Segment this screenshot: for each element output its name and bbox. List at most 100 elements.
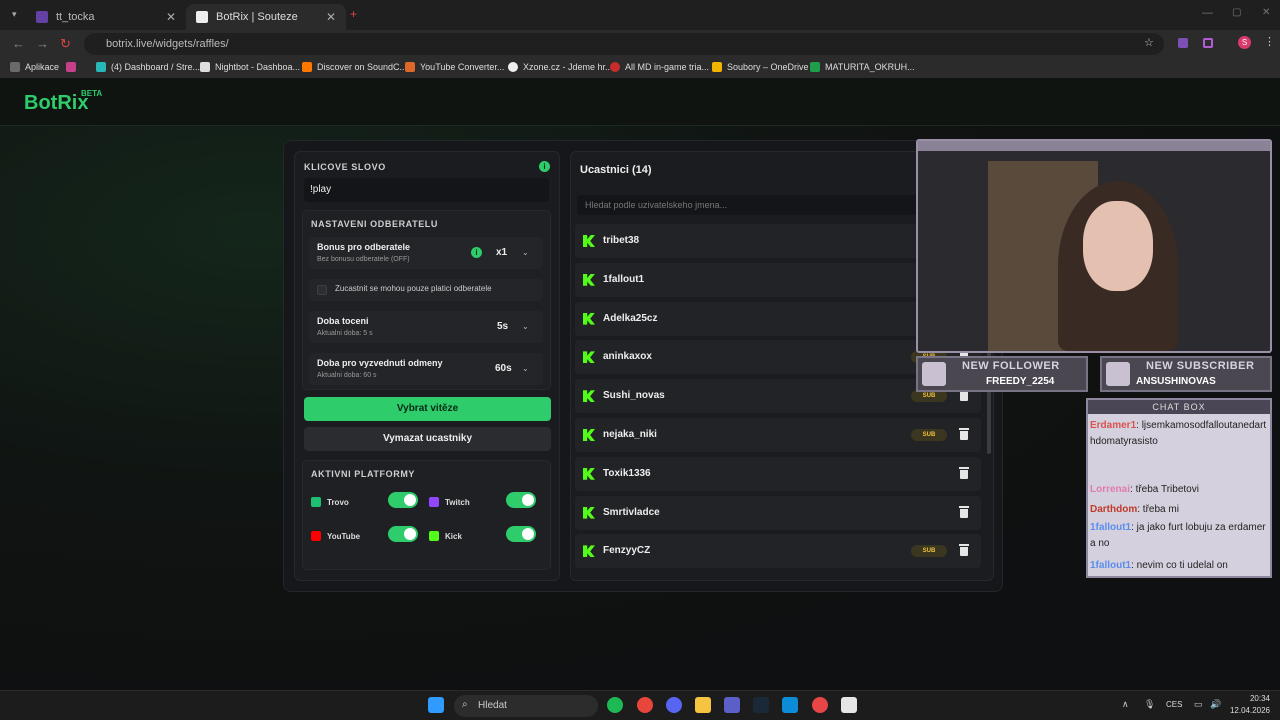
url-field[interactable]: botrix.live/widgets/raffles/ xyxy=(84,33,1164,55)
volume-icon[interactable]: 🔊 xyxy=(1210,699,1221,710)
file-explorer-icon[interactable] xyxy=(695,697,711,713)
subs-only-checkbox[interactable] xyxy=(317,285,327,295)
twitch-toggle[interactable] xyxy=(506,492,536,508)
chevron-down-icon[interactable]: ⌄ xyxy=(522,322,529,331)
botrix-favicon-icon xyxy=(196,11,208,23)
bookmark-md[interactable]: All MD in-game tria... xyxy=(610,62,709,72)
spin-title: Doba toceni xyxy=(317,316,369,326)
subs-only-row[interactable]: Zucastnit se mohou pouze platici odberat… xyxy=(309,279,543,301)
trash-icon[interactable] xyxy=(959,505,969,518)
spin-row: Doba toceni Aktualni doba: 5 s 5s ⌄ xyxy=(309,311,543,343)
twitch-icon xyxy=(429,497,439,507)
window-close-icon[interactable]: ✕ xyxy=(1262,7,1270,18)
bonus-select[interactable]: x1 xyxy=(496,247,507,258)
kick-icon xyxy=(583,273,595,286)
bookmark-label: MATURITA_OKRUH... xyxy=(825,62,915,72)
bookmark-youtube-converter[interactable]: YouTube Converter... xyxy=(405,62,504,72)
app-icon[interactable] xyxy=(812,697,828,713)
network-icon[interactable]: ▭ xyxy=(1194,699,1203,710)
edge-icon[interactable] xyxy=(782,697,798,713)
chevron-down-icon[interactable]: ⌄ xyxy=(522,248,529,257)
steam-icon[interactable] xyxy=(753,697,769,713)
bookmark-star-icon[interactable]: ☆ xyxy=(1144,36,1154,49)
kick-toggle[interactable] xyxy=(506,526,536,542)
spotify-icon[interactable] xyxy=(607,697,623,713)
tab-title: BotRix | Souteze xyxy=(216,11,298,23)
tab-tt-tocka[interactable]: tt_tocka ✕ xyxy=(26,4,186,30)
language-indicator[interactable]: CES xyxy=(1166,700,1182,709)
teams-icon[interactable] xyxy=(724,697,740,713)
tab-search-icon[interactable]: ▾ xyxy=(12,9,17,20)
participant-name: FenzyyCZ xyxy=(603,545,651,557)
close-icon[interactable]: ✕ xyxy=(166,10,176,24)
trash-icon[interactable] xyxy=(959,544,969,557)
browser-tab-bar: ▾ tt_tocka ✕ BotRix | Souteze ✕ + — ▢ ✕ xyxy=(0,0,1280,30)
taskbar-search[interactable]: ⌕ Hledat xyxy=(454,695,598,717)
alert-name: ANSUSHINOVAS xyxy=(1136,376,1216,387)
close-icon[interactable]: ✕ xyxy=(326,10,336,24)
claim-select[interactable]: 60s xyxy=(495,363,512,374)
bookmark-nightbot[interactable]: Nightbot - Dashboa... xyxy=(200,62,300,72)
apps-grid-icon xyxy=(10,62,20,72)
minimize-icon[interactable]: — xyxy=(1202,7,1213,19)
drive-icon xyxy=(810,62,820,72)
trovo-toggle[interactable] xyxy=(388,492,418,508)
maximize-icon[interactable]: ▢ xyxy=(1232,7,1241,18)
tab-botrix[interactable]: BotRix | Souteze ✕ xyxy=(186,4,346,30)
participant-name: Smrtivladce xyxy=(603,506,660,518)
subscriber-settings: NASTAVENI ODBERATELU Bonus pro odberatel… xyxy=(302,210,551,390)
bookmark-soundcloud[interactable]: Discover on SoundC... xyxy=(302,62,407,72)
microphone-icon[interactable]: 🎙 xyxy=(1144,699,1155,710)
platforms-label: AKTIVNI PLATFORMY xyxy=(311,469,416,479)
extension-icon[interactable] xyxy=(1178,38,1188,48)
chat-box-title: CHAT BOX xyxy=(1088,400,1270,414)
trash-icon[interactable] xyxy=(959,466,969,479)
bookmark-apps[interactable]: Aplikace xyxy=(10,62,59,72)
discord-icon[interactable] xyxy=(666,697,682,713)
youtube-toggle[interactable] xyxy=(388,526,418,542)
bookmark-xzone[interactable]: Xzone.cz - Jdeme hr... xyxy=(508,62,613,72)
kick-icon xyxy=(583,429,595,441)
botrix-logo[interactable]: BotRix BETA xyxy=(24,89,102,115)
windows-start-icon[interactable] xyxy=(428,697,444,713)
extensions-icon[interactable] xyxy=(1203,38,1213,48)
platforms-box: AKTIVNI PLATFORMY Trovo Twitch YouTube K… xyxy=(302,460,551,570)
pick-winner-button[interactable]: Vybrat vitěze xyxy=(304,397,551,421)
spin-select[interactable]: 5s xyxy=(497,321,508,332)
tray-chevron-icon[interactable]: ∧ xyxy=(1122,699,1129,710)
bookmark-dashboard[interactable]: (4) Dashboard / Stre... xyxy=(96,62,200,72)
onedrive-icon xyxy=(712,62,722,72)
new-tab-icon[interactable]: + xyxy=(350,7,357,21)
keyword-input[interactable]: !play xyxy=(304,178,549,202)
kick-icon xyxy=(583,312,595,325)
new-follower-alert: NEW FOLLOWER FREEDY_2254 xyxy=(916,356,1088,392)
participant-name: nejaka_niki xyxy=(603,429,657,440)
profile-avatar[interactable]: S xyxy=(1238,36,1251,49)
info-icon[interactable]: i xyxy=(539,161,550,172)
new-subscriber-alert: NEW SUBSCRIBER ANSUSHINOVAS xyxy=(1100,356,1272,392)
participant-name: aninkaxox xyxy=(603,351,652,363)
clock-date[interactable]: 12.04.2026 xyxy=(1222,706,1270,715)
clock-time[interactable]: 20:34 xyxy=(1230,694,1270,703)
bookmark-onedrive[interactable]: Soubory – OneDrive xyxy=(712,62,809,72)
raffle-widget: KLICOVE SLOVO i !play NASTAVENI ODBERATE… xyxy=(283,140,1003,592)
menu-icon[interactable]: ⋮ xyxy=(1264,35,1275,48)
bookmark-grid[interactable] xyxy=(66,62,81,72)
bonus-row: Bonus pro odberatele Bez bonusu odberate… xyxy=(309,237,543,269)
chat-username: Darthdom xyxy=(1090,504,1138,515)
info-icon[interactable]: i xyxy=(471,247,482,258)
bookmark-label: Nightbot - Dashboa... xyxy=(215,62,301,72)
forward-icon[interactable]: → xyxy=(36,36,49,51)
notepad-icon[interactable] xyxy=(841,697,857,713)
chrome-icon[interactable] xyxy=(637,697,653,713)
chat-text: : třeba Tribetovi xyxy=(1130,484,1199,495)
reload-icon[interactable]: ↻ xyxy=(60,36,71,52)
chat-text: : třeba mi xyxy=(1137,504,1179,515)
url-text: botrix.live/widgets/raffles/ xyxy=(106,38,229,50)
kick-icon xyxy=(583,467,595,480)
bookmark-maturita[interactable]: MATURITA_OKRUH... xyxy=(810,62,915,72)
clear-participants-button[interactable]: Vymazat ucastniky xyxy=(304,427,551,451)
back-icon[interactable]: ← xyxy=(12,36,25,51)
trash-icon[interactable] xyxy=(959,428,969,440)
chevron-down-icon[interactable]: ⌄ xyxy=(522,364,529,373)
